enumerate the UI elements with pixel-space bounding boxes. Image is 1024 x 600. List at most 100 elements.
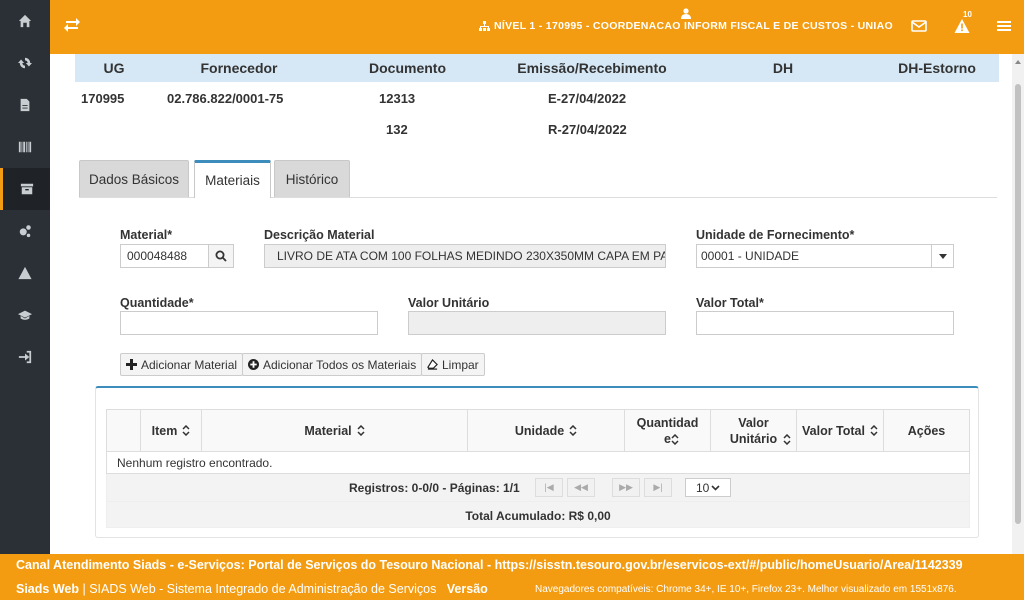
last-page-icon: ▶| [653, 482, 663, 492]
sidebar-item-barcode[interactable] [0, 126, 50, 168]
pager-summary: Registros: 0-0/0 - Páginas: 1/1 [349, 481, 520, 495]
archive-icon [20, 183, 33, 195]
material-input[interactable]: 000048488 [120, 244, 210, 268]
footer-app-desc: | SIADS Web - Sistema Integrado de Admin… [82, 582, 437, 596]
document-icon [20, 98, 30, 112]
tab-dados-basicos[interactable]: Dados Básicos [79, 160, 189, 197]
valor-total-label: Valor Total* [696, 296, 764, 310]
sidebar-item-refresh[interactable] [0, 42, 50, 84]
recebimento-value: R-27/04/2022 [548, 122, 627, 137]
col-unidade[interactable]: Unidade [468, 410, 625, 451]
user-unit-info: NÍVEL 1 - 170995 - COORDENACAO INFORM FI… [466, 8, 906, 34]
tab-historico[interactable]: Histórico [274, 160, 350, 197]
next-page-icon: ▶▶ [619, 482, 633, 492]
first-page-icon: |◀ [544, 482, 554, 492]
materials-table: Item Material Unidade Quantidade Valor U… [106, 409, 970, 528]
swap-arrows-icon[interactable] [64, 16, 80, 34]
alert-triangle-icon[interactable] [954, 18, 970, 34]
next-page-button[interactable]: ▶▶ [612, 478, 640, 497]
tab-bar: Dados Básicos Materiais Histórico [79, 160, 997, 198]
envelope-icon[interactable] [911, 18, 927, 34]
col-item[interactable]: Item [141, 410, 202, 451]
gears-icon [19, 225, 31, 238]
unidade-label: Unidade de Fornecimento* [696, 228, 855, 242]
col-acoes: Ações [907, 423, 946, 438]
paginator: Registros: 0-0/0 - Páginas: 1/1 |◀ ◀◀ ▶▶… [106, 474, 970, 502]
footer-browsers: Navegadores compatíveis: Chrome 34+, IE … [535, 584, 957, 595]
chevron-down-icon [711, 484, 720, 491]
sidebar-item-logout[interactable] [0, 336, 50, 378]
main-content: UG Fornecedor Documento Emissão/Recebime… [64, 54, 1010, 554]
emissao-value: E-27/04/2022 [548, 91, 627, 106]
valor-unitario-field [408, 311, 666, 335]
tab-materiais[interactable]: Materiais [194, 160, 271, 198]
footer-app-info: Siads Web | SIADS Web - Sistema Integrad… [16, 582, 488, 596]
graduation-cap-icon [18, 310, 32, 320]
documento-value-1: 12313 [379, 91, 416, 106]
footer-app-name: Siads Web [16, 582, 79, 596]
add-all-materials-button[interactable]: Adicionar Todos os Materiais [242, 353, 423, 376]
sidebar-item-home[interactable] [0, 0, 50, 42]
footer: Canal Atendimento Siads - e-Serviços: Po… [0, 554, 1024, 600]
plus-circle-icon [248, 359, 259, 370]
sidebar-item-archive[interactable] [0, 168, 50, 210]
prev-page-button[interactable]: ◀◀ [567, 478, 595, 497]
col-ug: UG [103, 60, 125, 76]
scroll-thumb[interactable] [1015, 84, 1021, 524]
sort-icon [783, 434, 791, 445]
document-header: UG Fornecedor Documento Emissão/Recebime… [75, 54, 999, 82]
documento-value-2: 132 [386, 122, 408, 137]
sort-icon [569, 425, 577, 436]
unidade-value: 00001 - UNIDADE [701, 249, 800, 263]
last-page-button[interactable]: ▶| [644, 478, 672, 497]
chevron-down-icon [931, 245, 953, 267]
table-header: Item Material Unidade Quantidade Valor U… [106, 409, 970, 452]
col-valor-total[interactable]: Valor Total [797, 410, 884, 451]
eraser-icon [427, 359, 438, 370]
descricao-label: Descrição Material [264, 228, 375, 242]
footer-support-link[interactable]: Canal Atendimento Siads - e-Serviços: Po… [16, 558, 963, 572]
sidebar-item-document[interactable] [0, 84, 50, 126]
sort-icon [357, 425, 365, 436]
refresh-icon [18, 57, 32, 69]
valor-total-input[interactable] [696, 311, 954, 335]
clear-button[interactable]: Limpar [421, 353, 485, 376]
topbar: NÍVEL 1 - 170995 - COORDENACAO INFORM FI… [50, 0, 1024, 54]
page-size-select[interactable]: 10 [685, 478, 731, 497]
search-icon [215, 250, 227, 262]
sort-icon [870, 425, 878, 436]
add-material-button[interactable]: Adicionar Material [120, 353, 244, 376]
col-select [107, 410, 141, 451]
sidebar-item-training[interactable] [0, 294, 50, 336]
quantidade-input[interactable] [120, 311, 378, 335]
vertical-scrollbar[interactable] [1012, 54, 1024, 554]
sign-in-icon [18, 350, 32, 364]
barcode-icon [18, 141, 32, 153]
materials-panel: Item Material Unidade Quantidade Valor U… [95, 386, 979, 538]
plus-icon [126, 359, 137, 370]
prev-page-icon: ◀◀ [574, 482, 588, 492]
user-icon [681, 8, 691, 19]
material-search-button[interactable] [208, 244, 234, 268]
notification-badge: 10 [963, 10, 972, 19]
warning-icon [18, 266, 32, 280]
sidebar [0, 0, 50, 554]
total-accumulated: Total Acumulado: R$ 0,00 [106, 502, 970, 528]
col-material[interactable]: Material [202, 410, 468, 451]
sidebar-item-warning[interactable] [0, 252, 50, 294]
first-page-button[interactable]: |◀ [535, 478, 563, 497]
col-quantidade[interactable]: Quantidade [625, 410, 711, 451]
scroll-up-arrow[interactable] [1015, 60, 1021, 64]
material-label: Material* [120, 228, 173, 242]
col-dh-estorno: DH-Estorno [898, 60, 976, 76]
fornecedor-value: 02.786.822/0001-75 [167, 91, 284, 106]
menu-bars-icon[interactable] [996, 18, 1012, 34]
col-valor-unitario[interactable]: Valor Unitário [711, 410, 797, 451]
footer-version-label: Versão [446, 582, 488, 596]
sidebar-item-settings[interactable] [0, 210, 50, 252]
col-documento: Documento [369, 60, 446, 76]
valor-unitario-label: Valor Unitário [408, 296, 490, 310]
descricao-field: LIVRO DE ATA COM 100 FOLHAS MEDINDO 230X… [264, 244, 666, 268]
home-icon [18, 14, 32, 28]
unidade-select[interactable]: 00001 - UNIDADE [696, 244, 954, 268]
